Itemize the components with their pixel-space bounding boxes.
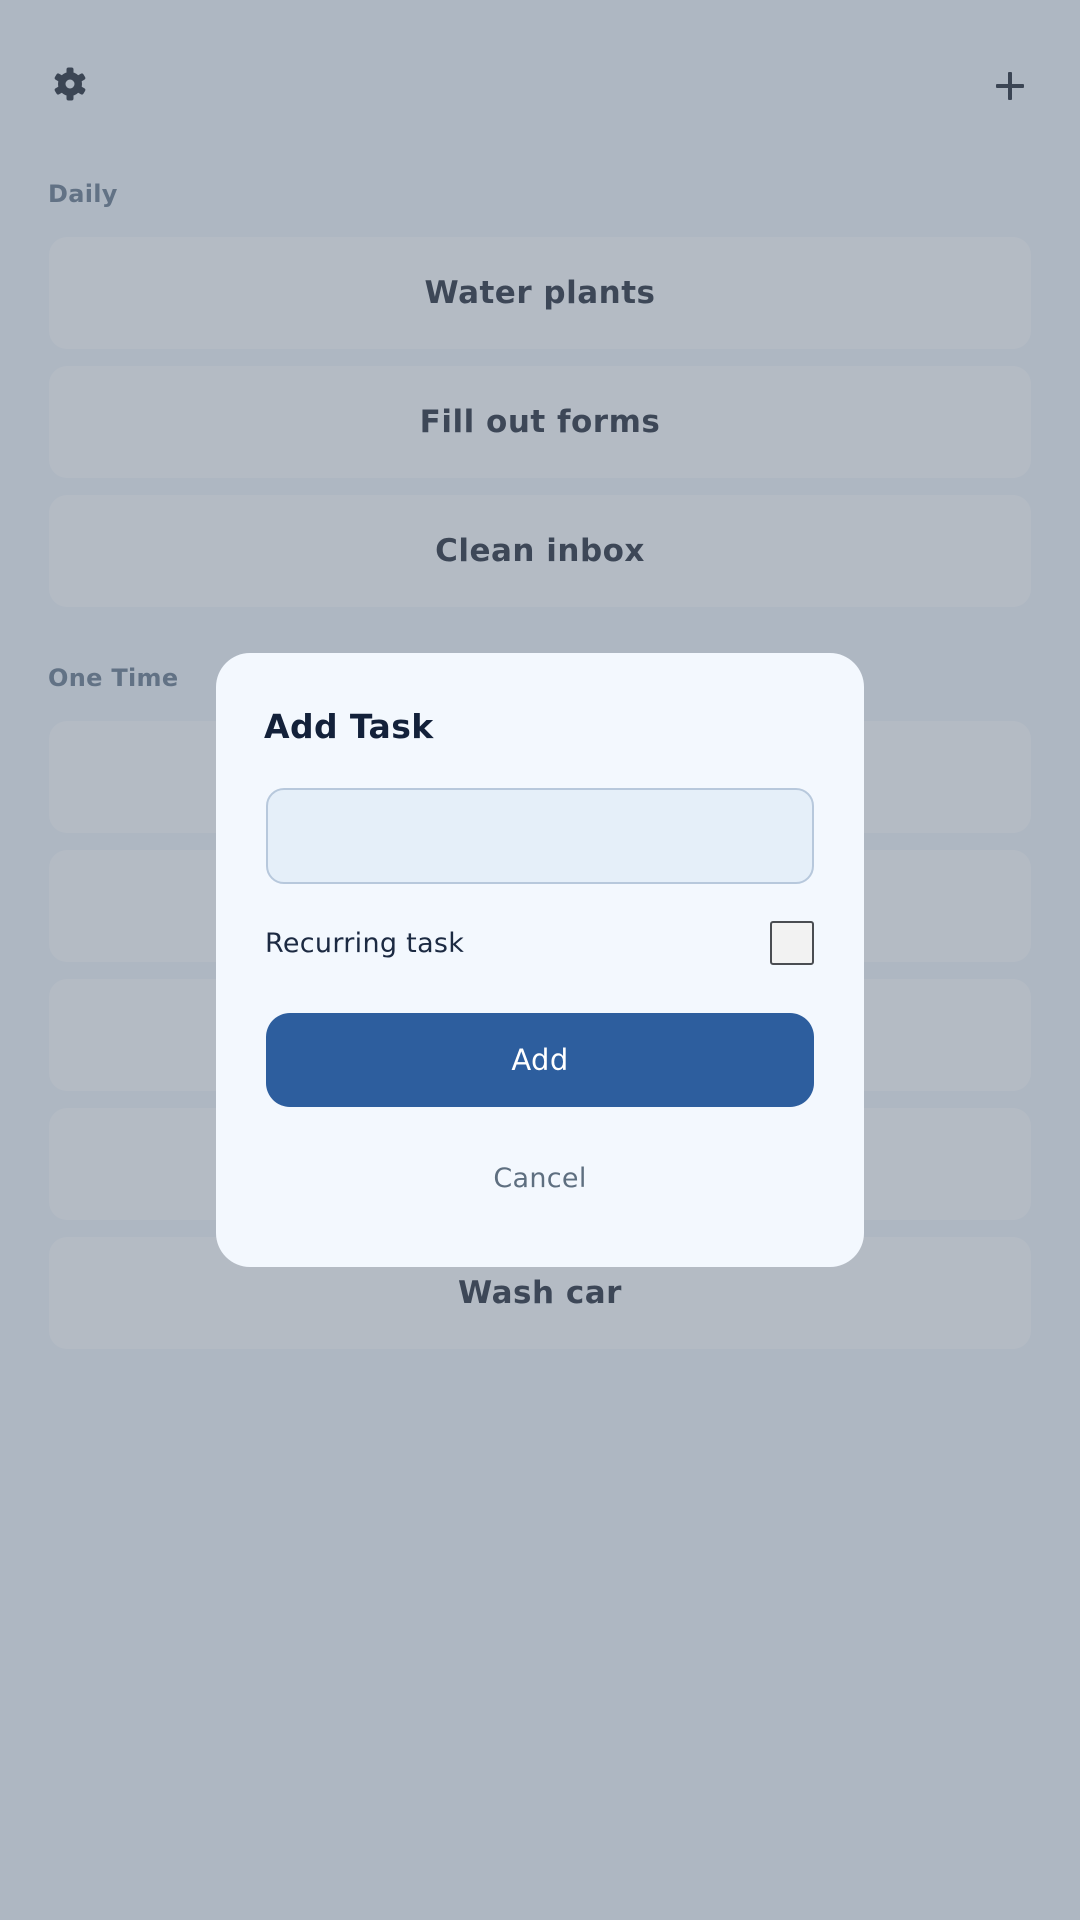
cancel-button[interactable]: Cancel xyxy=(266,1133,814,1223)
recurring-task-label: Recurring task xyxy=(265,928,465,959)
add-button[interactable]: Add xyxy=(266,1013,814,1107)
dialog-title: Add Task xyxy=(264,707,434,746)
task-name-input[interactable] xyxy=(266,788,814,884)
recurring-task-checkbox[interactable] xyxy=(770,921,814,965)
add-task-dialog: Add Task Recurring task Add Cancel xyxy=(216,653,864,1267)
